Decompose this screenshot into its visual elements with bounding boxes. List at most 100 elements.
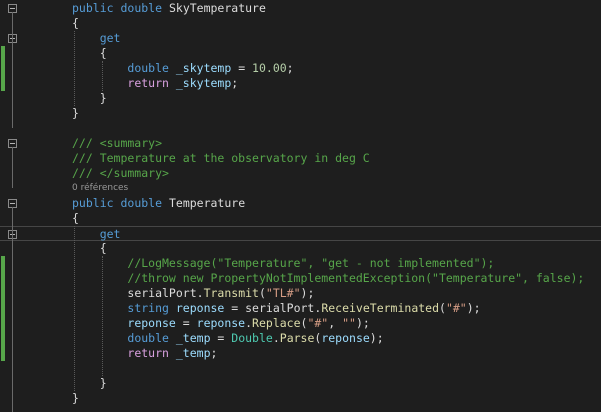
code-line[interactable]: double _skytemp = 10.00; bbox=[0, 61, 601, 76]
code-text: { bbox=[72, 46, 107, 61]
code-text: serialPort.Transmit("TL#"); bbox=[72, 286, 314, 301]
code-token: = bbox=[231, 61, 253, 75]
code-text: double _skytemp = 10.00; bbox=[72, 61, 293, 76]
code-line[interactable]: { bbox=[0, 211, 601, 226]
code-token: "" bbox=[342, 316, 356, 330]
code-text: //LogMessage("Temperature", "get - not i… bbox=[72, 256, 494, 271]
code-token: get bbox=[99, 31, 121, 45]
code-line[interactable]: serialPort.Transmit("TL#"); bbox=[0, 286, 601, 301]
code-line[interactable]: //throw new PropertyNotImplementedExcept… bbox=[0, 271, 601, 286]
code-line[interactable]: /// <summary> bbox=[0, 136, 601, 151]
code-line[interactable]: } bbox=[0, 376, 601, 391]
code-text: /// </summary> bbox=[72, 166, 169, 181]
code-token: ); bbox=[300, 286, 315, 300]
code-line[interactable] bbox=[0, 361, 601, 376]
code-text: get bbox=[72, 227, 121, 242]
code-token: serialPort bbox=[127, 286, 197, 300]
code-line[interactable]: } bbox=[0, 91, 601, 106]
code-token: 10.00 bbox=[252, 61, 287, 75]
change-marker bbox=[1, 331, 5, 346]
code-token: Temperature bbox=[168, 196, 246, 210]
code-text: get bbox=[72, 31, 121, 46]
code-text: /// Temperature at the observatory in de… bbox=[72, 151, 370, 166]
code-text: } bbox=[72, 91, 107, 106]
code-token: Parse bbox=[279, 331, 315, 345]
code-text: { bbox=[72, 16, 79, 31]
code-text: { bbox=[72, 211, 79, 226]
code-token: ); bbox=[355, 316, 370, 330]
code-token: ); bbox=[466, 301, 481, 315]
code-line[interactable]: get bbox=[0, 31, 601, 46]
code-token: _temp bbox=[175, 331, 211, 345]
codelens-row[interactable]: 0 références bbox=[0, 181, 601, 196]
code-text: } bbox=[72, 391, 79, 406]
change-marker bbox=[1, 271, 5, 286]
code-token: _skytemp bbox=[175, 61, 232, 75]
code-text: { bbox=[72, 241, 107, 256]
code-text: return _skytemp; bbox=[72, 76, 238, 91]
code-text: double _temp = Double.Parse(reponse); bbox=[72, 331, 383, 346]
code-text: } bbox=[72, 106, 79, 121]
code-line[interactable]: { bbox=[0, 46, 601, 61]
code-token: ( bbox=[439, 301, 446, 315]
code-line[interactable]: { bbox=[0, 241, 601, 256]
code-line[interactable] bbox=[0, 121, 601, 136]
code-token: double bbox=[127, 61, 169, 75]
code-text: public double SkyTemperature bbox=[72, 1, 266, 16]
code-line[interactable]: double _temp = Double.Parse(reponse); bbox=[0, 331, 601, 346]
indent-guide bbox=[74, 226, 75, 391]
codelens-references[interactable]: 0 références bbox=[72, 182, 128, 195]
code-token: ReceiveTerminated bbox=[321, 301, 440, 315]
indent-guide bbox=[101, 61, 103, 91]
code-line[interactable]: public double Temperature bbox=[0, 196, 601, 211]
code-token: } bbox=[99, 91, 107, 105]
code-token: Replace bbox=[252, 316, 301, 330]
code-token: reponse bbox=[196, 316, 246, 330]
code-line[interactable]: string reponse = serialPort.ReceiveTermi… bbox=[0, 301, 601, 316]
code-token: . bbox=[196, 286, 204, 300]
code-line[interactable]: /// </summary> bbox=[0, 166, 601, 181]
code-editor[interactable]: public double SkyTemperature{ get { doub… bbox=[0, 0, 601, 412]
code-token: } bbox=[99, 376, 107, 390]
code-line[interactable]: reponse = reponse.Replace("#", ""); bbox=[0, 316, 601, 331]
code-line[interactable]: //LogMessage("Temperature", "get - not i… bbox=[0, 256, 601, 271]
code-token: "TL#" bbox=[265, 286, 301, 300]
code-text: reponse = reponse.Replace("#", ""); bbox=[72, 316, 370, 331]
code-line[interactable]: get bbox=[0, 226, 601, 241]
code-line[interactable]: public double SkyTemperature bbox=[0, 1, 601, 16]
code-line[interactable]: { bbox=[0, 16, 601, 31]
code-token: } bbox=[72, 391, 79, 405]
code-token: . bbox=[272, 331, 280, 345]
change-marker bbox=[1, 61, 5, 76]
indent-guide bbox=[74, 31, 75, 106]
code-token: = bbox=[210, 331, 232, 345]
code-line[interactable]: } bbox=[0, 391, 601, 406]
code-token: = bbox=[224, 301, 246, 315]
code-token: { bbox=[72, 211, 79, 225]
code-token: _temp bbox=[175, 346, 211, 360]
code-token: . bbox=[245, 316, 253, 330]
code-token: , bbox=[328, 316, 343, 330]
code-line[interactable]: return _temp; bbox=[0, 346, 601, 361]
code-line[interactable]: /// Temperature at the observatory in de… bbox=[0, 151, 601, 166]
code-text: string reponse = serialPort.ReceiveTermi… bbox=[72, 301, 481, 316]
code-line[interactable]: } bbox=[0, 106, 601, 121]
code-line[interactable]: return _skytemp; bbox=[0, 76, 601, 91]
code-token: { bbox=[99, 46, 107, 60]
code-text: /// <summary> bbox=[72, 136, 162, 151]
